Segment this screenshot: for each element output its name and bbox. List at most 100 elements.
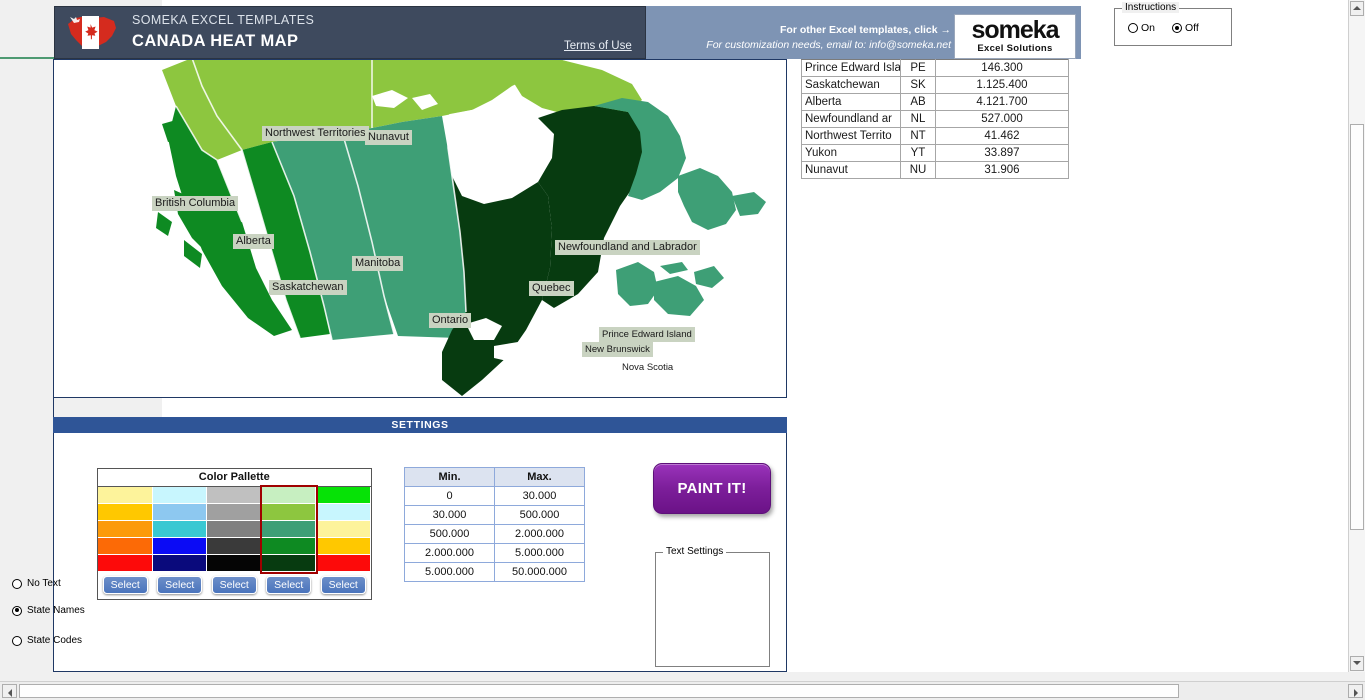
instructions-on-label: On bbox=[1141, 22, 1156, 34]
palette-select-cell-4: Select bbox=[262, 572, 317, 599]
someka-logo[interactable]: someka Excel Solutions bbox=[954, 14, 1076, 59]
paint-it-button[interactable]: PAINT IT! bbox=[653, 463, 771, 514]
heat-map-panel[interactable]: Northwest Territories Nunavut British Co… bbox=[53, 59, 787, 398]
palette-swatch[interactable] bbox=[152, 487, 207, 504]
cell-province-code: SK bbox=[900, 76, 936, 94]
instructions-radio-on[interactable]: On bbox=[1128, 22, 1155, 34]
palette-swatch[interactable] bbox=[207, 555, 262, 572]
palette-select-button-3[interactable]: Select bbox=[211, 576, 257, 594]
radio-circle-icon bbox=[12, 578, 22, 589]
cell-range-min[interactable]: 30.000 bbox=[404, 505, 495, 525]
palette-swatch[interactable] bbox=[261, 538, 316, 555]
cell-province-name: Northwest Territo bbox=[801, 127, 901, 145]
text-settings-group bbox=[655, 552, 770, 667]
palette-swatch[interactable] bbox=[152, 504, 207, 521]
cell-range-max[interactable]: 30.000 bbox=[494, 486, 585, 506]
table-row[interactable]: 500.000 2.000.000 bbox=[404, 524, 585, 544]
palette-swatch[interactable] bbox=[98, 487, 153, 504]
cell-range-max[interactable]: 50.000.000 bbox=[494, 562, 585, 582]
palette-column-5[interactable] bbox=[316, 487, 371, 572]
horizontal-scrollbar[interactable] bbox=[0, 681, 1365, 700]
cell-province-name: Nunavut bbox=[801, 161, 901, 179]
palette-swatch[interactable] bbox=[98, 504, 153, 521]
palette-swatch[interactable] bbox=[98, 521, 153, 538]
cell-range-max[interactable]: 500.000 bbox=[494, 505, 585, 525]
table-row[interactable]: 5.000.000 50.000.000 bbox=[404, 562, 585, 582]
palette-swatch[interactable] bbox=[152, 521, 207, 538]
palette-swatch[interactable] bbox=[316, 538, 371, 555]
horizontal-scrollbar-thumb[interactable] bbox=[19, 684, 1179, 698]
palette-column-2[interactable] bbox=[152, 487, 207, 572]
cell-range-min[interactable]: 2.000.000 bbox=[404, 543, 495, 563]
table-row[interactable]: Saskatchewan SK 1.125.400 bbox=[801, 76, 1069, 94]
palette-swatch[interactable] bbox=[316, 487, 371, 504]
table-row[interactable]: Northwest Territo NT 41.462 bbox=[801, 127, 1069, 145]
palette-swatch[interactable] bbox=[152, 555, 207, 572]
canada-map-svg bbox=[156, 60, 766, 396]
text-settings-option-state-codes[interactable]: State Codes bbox=[12, 635, 82, 646]
map-label-newfoundland-and-labrador: Newfoundland and Labrador bbox=[555, 240, 700, 255]
scroll-left-button[interactable] bbox=[2, 684, 17, 698]
palette-swatch[interactable] bbox=[207, 487, 262, 504]
range-header-row: Min. Max. bbox=[404, 467, 585, 487]
cell-province-value: 527.000 bbox=[935, 110, 1069, 128]
palette-swatch[interactable] bbox=[207, 538, 262, 555]
scroll-down-button[interactable] bbox=[1350, 656, 1364, 671]
palette-swatch[interactable] bbox=[261, 487, 316, 504]
cell-range-min[interactable]: 5.000.000 bbox=[404, 562, 495, 582]
map-label-new-brunswick: New Brunswick bbox=[582, 342, 653, 357]
vertical-scrollbar[interactable] bbox=[1348, 0, 1365, 672]
palette-select-button-1[interactable]: Select bbox=[102, 576, 148, 594]
scroll-up-button[interactable] bbox=[1350, 1, 1364, 16]
palette-swatch[interactable] bbox=[316, 504, 371, 521]
table-row[interactable]: Yukon YT 33.897 bbox=[801, 144, 1069, 162]
palette-column-3[interactable] bbox=[207, 487, 262, 572]
vertical-scrollbar-thumb[interactable] bbox=[1350, 124, 1364, 530]
cell-range-min[interactable]: 0 bbox=[404, 486, 495, 506]
text-settings-option-no-text[interactable]: No Text bbox=[12, 578, 61, 589]
text-settings-label-state-codes: State Codes bbox=[27, 635, 83, 646]
map-label-nova-scotia: Nova Scotia bbox=[622, 362, 674, 373]
terms-of-use-link[interactable]: Terms of Use bbox=[564, 40, 632, 52]
table-row[interactable]: 0 30.000 bbox=[404, 486, 585, 506]
palette-select-cell-2: Select bbox=[153, 572, 208, 599]
palette-select-button-4[interactable]: Select bbox=[266, 576, 312, 594]
instructions-radio-off[interactable]: Off bbox=[1172, 22, 1199, 34]
table-row[interactable]: 30.000 500.000 bbox=[404, 505, 585, 525]
cell-range-max[interactable]: 2.000.000 bbox=[494, 524, 585, 544]
cell-range-max[interactable]: 5.000.000 bbox=[494, 543, 585, 563]
region-prince-edward-island bbox=[660, 262, 688, 274]
chevron-down-icon bbox=[1353, 661, 1361, 665]
cell-province-code: AB bbox=[900, 93, 936, 111]
cell-province-value: 146.300 bbox=[935, 59, 1069, 77]
text-settings-option-state-names[interactable]: State Names bbox=[12, 605, 85, 616]
palette-swatch[interactable] bbox=[152, 538, 207, 555]
range-threshold-table[interactable]: Min. Max. 0 30.000 30.000 500.000 500.00… bbox=[404, 467, 585, 582]
table-row[interactable]: Nunavut NU 31.906 bbox=[801, 161, 1069, 179]
palette-swatch[interactable] bbox=[316, 521, 371, 538]
province-data-table[interactable]: Prince Edward Isla PE 146.300 Saskatchew… bbox=[801, 59, 1069, 179]
settings-section-header: SETTINGS bbox=[53, 417, 787, 433]
table-row[interactable]: Alberta AB 4.121.700 bbox=[801, 93, 1069, 111]
cell-province-value: 41.462 bbox=[935, 127, 1069, 145]
text-settings-label-state-names: State Names bbox=[27, 605, 85, 616]
palette-swatch[interactable] bbox=[261, 504, 316, 521]
radio-circle-selected-icon bbox=[12, 605, 22, 616]
table-row[interactable]: Newfoundland ar NL 527.000 bbox=[801, 110, 1069, 128]
palette-swatch[interactable] bbox=[98, 538, 153, 555]
palette-select-button-5[interactable]: Select bbox=[320, 576, 366, 594]
table-row[interactable]: Prince Edward Isla PE 146.300 bbox=[801, 59, 1069, 77]
palette-column-1[interactable] bbox=[98, 487, 153, 572]
cell-range-min[interactable]: 500.000 bbox=[404, 524, 495, 544]
cell-province-value: 1.125.400 bbox=[935, 76, 1069, 94]
palette-swatch[interactable] bbox=[98, 555, 153, 572]
palette-swatch[interactable] bbox=[207, 521, 262, 538]
scroll-right-button[interactable] bbox=[1348, 684, 1363, 698]
table-row[interactable]: 2.000.000 5.000.000 bbox=[404, 543, 585, 563]
palette-swatch[interactable] bbox=[316, 555, 371, 572]
palette-swatch[interactable] bbox=[261, 555, 316, 572]
palette-swatch[interactable] bbox=[261, 521, 316, 538]
palette-select-button-2[interactable]: Select bbox=[157, 576, 203, 594]
palette-column-4-selected[interactable] bbox=[259, 485, 318, 574]
palette-swatch[interactable] bbox=[207, 504, 262, 521]
